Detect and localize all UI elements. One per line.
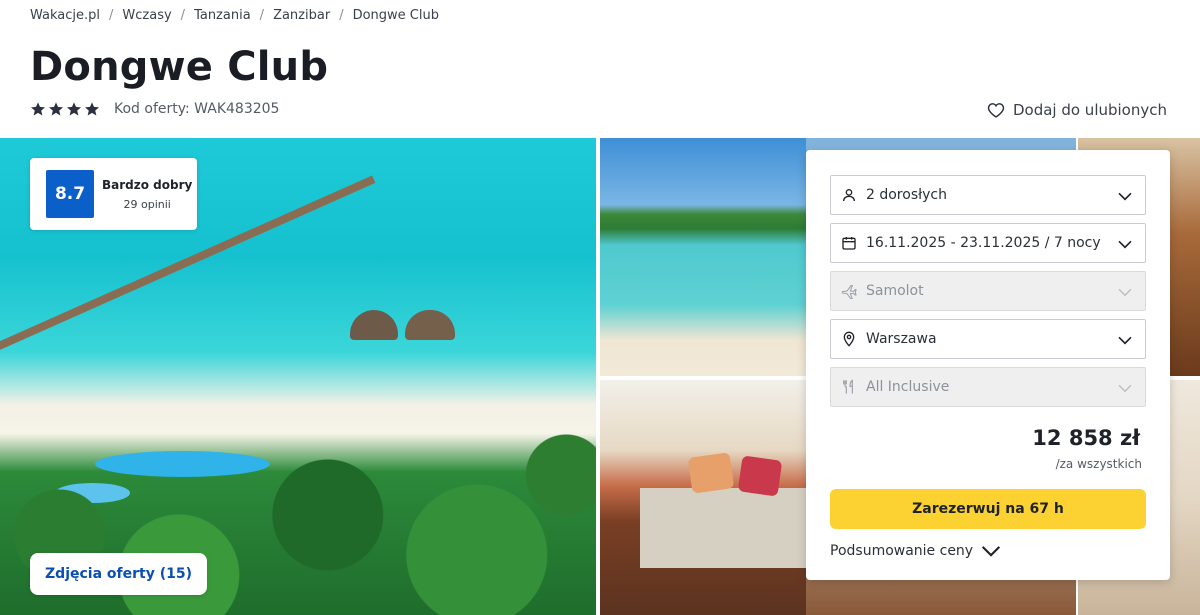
location-pin-icon [843,331,855,347]
rating-count: 29 opinii [123,197,171,211]
board-value: All Inclusive [866,379,950,395]
chevron-down-icon [1118,288,1132,297]
travelers-select[interactable]: 2 dorosłych [830,175,1146,215]
breadcrumb-item-current[interactable]: Dongwe Club [353,8,439,23]
offer-code: Kod oferty: WAK483205 [114,101,280,117]
hotel-meta: Kod oferty: WAK483205 [30,101,279,117]
board-select: All Inclusive [830,367,1146,407]
dates-select[interactable]: 16.11.2025 - 23.11.2025 / 7 nocy [830,223,1146,263]
person-icon [843,189,855,202]
departure-city-select[interactable]: Warszawa [830,319,1146,359]
chevron-down-icon [982,546,1001,557]
rating-score: 8.7 [46,170,94,218]
transport-select: Samolot [830,271,1146,311]
star-icon [67,102,81,116]
chevron-down-icon [1118,192,1132,201]
rating-card[interactable]: 8.7 Bardzo dobry 29 opinii [30,158,197,230]
breadcrumb: Wakacje.pl / Wczasy / Tanzania / Zanziba… [30,8,439,23]
plane-icon [841,285,857,299]
calendar-icon [842,237,856,250]
cutlery-icon [843,379,853,394]
offer-photos-button[interactable]: Zdjęcia oferty (15) [30,553,207,595]
price-summary-toggle[interactable]: Podsumowanie ceny [830,543,1001,559]
hotel-stars [30,101,100,117]
hut-shape [405,310,455,340]
chevron-down-icon [1118,384,1132,393]
breadcrumb-separator: / [259,8,265,23]
heart-icon [987,103,1005,118]
bed-shape [640,488,806,568]
add-to-favorites-button[interactable]: Dodaj do ulubionych [987,101,1167,119]
page-title: Dongwe Club [30,44,329,90]
transport-value: Samolot [866,283,924,299]
breadcrumb-separator: / [109,8,114,23]
rating-text: Bardzo dobry 29 opinii [102,178,192,211]
price-note: /za wszystkich [1055,457,1142,471]
hut-shape [350,310,398,340]
beach-photo[interactable] [600,138,806,376]
star-icon [49,102,63,116]
star-icon [31,102,45,116]
departure-city-value: Warszawa [866,331,937,347]
price-summary-label: Podsumowanie ceny [830,543,974,559]
breadcrumb-item-zanzibar[interactable]: Zanzibar [273,8,330,23]
star-icon [85,102,99,116]
favorite-label: Dodaj do ulubionych [1012,101,1167,119]
breadcrumb-item-tanzania[interactable]: Tanzania [194,8,251,23]
breadcrumb-separator: / [180,8,186,23]
breadcrumb-item-wakacje[interactable]: Wakacje.pl [30,8,100,23]
total-price: 12 858 zł [1032,426,1140,450]
room-photo[interactable] [600,380,806,615]
chevron-down-icon [1118,240,1132,249]
book-button[interactable]: Zarezerwuj na 67 h [830,489,1146,529]
travelers-value: 2 dorosłych [866,187,947,203]
breadcrumb-item-wczasy[interactable]: Wczasy [122,8,171,23]
booking-panel: 2 dorosłych 16.11.2025 - 23.11.2025 / 7 … [806,150,1170,580]
chevron-down-icon [1118,336,1132,345]
pillow-shape [737,455,783,497]
pillow-shape [687,452,735,494]
dates-value: 16.11.2025 - 23.11.2025 / 7 nocy [866,235,1101,251]
rating-label: Bardzo dobry [102,177,193,192]
breadcrumb-separator: / [339,8,344,23]
